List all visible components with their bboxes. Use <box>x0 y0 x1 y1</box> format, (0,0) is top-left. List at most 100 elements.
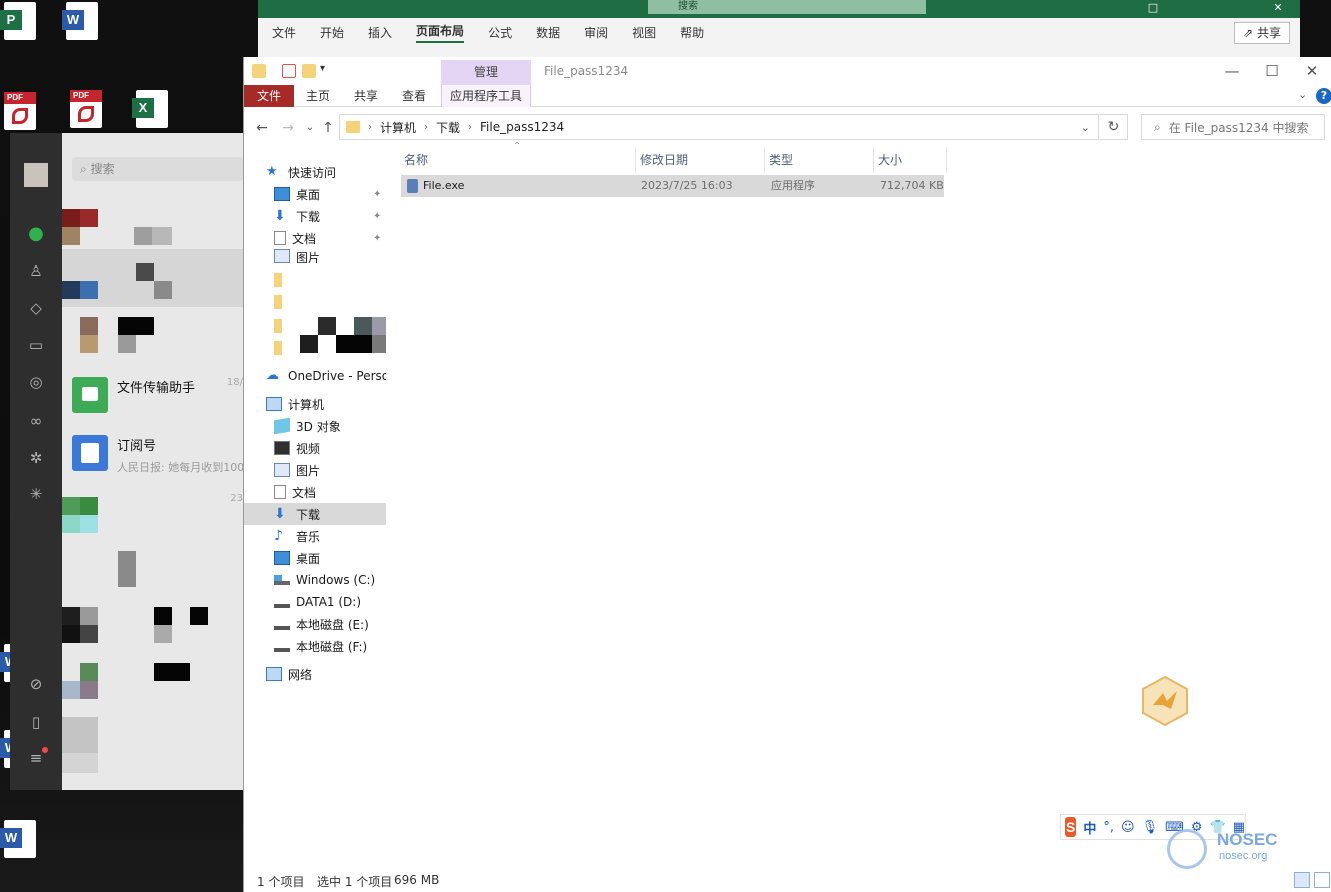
details-view-icon[interactable] <box>1294 872 1310 888</box>
sogou-ime-icon[interactable]: S <box>1065 817 1077 837</box>
list-item[interactable] <box>62 309 243 367</box>
emoji-icon[interactable]: ☺ <box>1121 820 1135 835</box>
nav-drive-e[interactable]: 本地磁盘 (E:) <box>244 613 386 635</box>
ime-language-label[interactable]: 中 <box>1083 818 1096 837</box>
desktop-word-icon[interactable]: W <box>0 818 40 860</box>
network-icon <box>266 667 282 681</box>
nav-pictures[interactable]: 图片 <box>244 459 386 481</box>
excel-menu-help[interactable]: 帮助 <box>680 24 704 41</box>
desktop-pdf-icon[interactable]: PDF <box>66 88 106 130</box>
desktop-word-icon[interactable]: W <box>62 0 102 42</box>
tab-home[interactable]: 主页 <box>300 85 336 107</box>
tab-view[interactable]: 查看 <box>396 85 432 107</box>
channels-icon[interactable]: ✲ <box>25 447 47 469</box>
favorites-icon[interactable]: ◇ <box>25 297 47 319</box>
list-item[interactable]: 23 <box>62 483 243 541</box>
forward-icon[interactable]: → <box>278 118 298 138</box>
excel-menu-view[interactable]: 视图 <box>632 24 656 41</box>
chat-icon[interactable]: ● <box>25 223 47 245</box>
nav-network[interactable]: 网络 <box>244 663 386 685</box>
tab-file[interactable]: 文件 <box>244 85 294 107</box>
desktop-app-icon[interactable]: P <box>0 0 40 42</box>
search-feature-icon[interactable]: ✳ <box>25 483 47 505</box>
nav-drive-c[interactable]: Windows (C:) <box>244 569 386 591</box>
list-item[interactable] <box>62 659 243 717</box>
list-item[interactable] <box>62 249 243 307</box>
punctuation-icon[interactable]: °, <box>1103 820 1114 835</box>
nav-drive-d[interactable]: DATA1 (D:) <box>244 591 386 613</box>
mini-program-icon[interactable]: ∞ <box>25 410 47 432</box>
column-header-modified[interactable]: 修改日期 <box>637 147 765 173</box>
chat-name: 订阅号 <box>117 439 157 454</box>
avatar[interactable] <box>24 163 48 187</box>
list-item[interactable]: 文件传输助手 18/ <box>62 365 243 423</box>
qat-dropdown-icon[interactable]: ▾ <box>320 63 325 74</box>
excel-menu-insert[interactable]: 插入 <box>368 24 392 41</box>
table-row[interactable]: File.exe 2023/7/25 16:03 应用程序 712,704 KB <box>401 175 944 197</box>
excel-restore-icon[interactable]: □ <box>1138 0 1168 18</box>
nav-computer[interactable]: 计算机 <box>244 393 386 415</box>
nav-desktop[interactable]: 桌面 ✦ <box>244 183 386 205</box>
excel-search-box[interactable]: 搜索 <box>648 0 926 14</box>
nav-quick-access[interactable]: ★ 快速访问 <box>244 161 386 183</box>
list-item[interactable] <box>62 601 243 659</box>
column-header-size[interactable]: 大小 <box>875 147 947 173</box>
help-icon[interactable]: ? <box>1316 88 1331 104</box>
floating-assistant-icon[interactable] <box>1141 675 1189 727</box>
breadcrumb-computer[interactable]: 计算机 <box>380 119 416 136</box>
nav-documents[interactable]: 文档 <box>244 481 386 503</box>
new-folder-icon[interactable] <box>302 64 316 78</box>
desktop-pdf-icon[interactable]: PDF <box>0 90 40 132</box>
large-icons-view-icon[interactable] <box>1314 872 1330 888</box>
maximize-icon[interactable]: ☐ <box>1252 57 1292 85</box>
excel-menu-file[interactable]: 文件 <box>272 24 296 41</box>
column-header-type[interactable]: 类型 <box>766 147 874 173</box>
nav-onedrive[interactable]: ☁ OneDrive - Persona <box>244 365 386 387</box>
close-icon[interactable]: ✕ <box>1292 57 1331 85</box>
desktop-excel-icon[interactable]: X <box>132 88 172 130</box>
excel-share-button[interactable]: ⇗ 共享 <box>1234 22 1290 44</box>
file-transfer-avatar <box>72 377 108 413</box>
list-item[interactable] <box>62 543 243 601</box>
excel-menu-review[interactable]: 审阅 <box>584 24 608 41</box>
tab-share[interactable]: 共享 <box>348 85 384 107</box>
address-bar[interactable]: › 计算机 › 下载 › File_pass1234 ⌄ <box>339 114 1099 140</box>
column-header-name[interactable]: 名称 <box>401 147 636 173</box>
list-item[interactable] <box>62 717 243 775</box>
nav-documents-pinned[interactable]: 文档 ✦ <box>244 227 386 249</box>
tab-application-tools[interactable]: 应用程序工具 <box>441 85 531 107</box>
excel-close-icon[interactable]: ✕ <box>1263 0 1293 18</box>
ribbon-expand-icon[interactable]: ⌄ <box>1298 88 1307 101</box>
folder-icon[interactable]: ▭ <box>25 334 47 356</box>
nav-desktop-computer[interactable]: 桌面 <box>244 547 386 569</box>
list-item[interactable]: 订阅号 人民日报: 她每月收到1000 <box>62 423 243 481</box>
search-input[interactable]: ⌕ 在 File_pass1234 中搜索 <box>1141 114 1325 140</box>
refresh-icon[interactable]: ↻ <box>1100 114 1128 140</box>
breadcrumb-current[interactable]: File_pass1234 <box>480 120 564 134</box>
properties-icon[interactable] <box>282 64 296 78</box>
nav-3d-objects[interactable]: 3D 对象 <box>244 415 386 437</box>
microphone-icon[interactable]: 🎙 <box>1142 820 1159 835</box>
phone-icon[interactable]: ▯ <box>25 711 47 733</box>
subscription-avatar <box>72 435 108 471</box>
nav-downloads-pinned[interactable]: ⬇ 下载 ✦ <box>244 205 386 227</box>
excel-menu-page-layout[interactable]: 页面布局 <box>416 22 465 43</box>
minimize-icon[interactable]: — <box>1212 57 1252 85</box>
excel-menu-home[interactable]: 开始 <box>320 24 344 41</box>
nav-drive-f[interactable]: 本地磁盘 (F:) <box>244 635 386 657</box>
wechat-search-input[interactable]: ⌕ 搜索 <box>72 157 243 181</box>
contacts-icon[interactable]: ♙ <box>25 260 47 282</box>
nav-music[interactable]: ♪ 音乐 <box>244 525 386 547</box>
excel-menu-data[interactable]: 数据 <box>536 24 560 41</box>
nav-videos[interactable]: 视频 <box>244 437 386 459</box>
breadcrumb-downloads[interactable]: 下载 <box>436 119 460 136</box>
miniprogram-panel-icon[interactable]: ⊘ <box>25 673 47 695</box>
back-icon[interactable]: ← <box>252 118 272 138</box>
nav-pictures-pinned[interactable]: 图片 <box>244 249 386 263</box>
nav-downloads[interactable]: ⬇ 下载 <box>244 503 386 525</box>
up-icon[interactable]: ↑ <box>318 118 338 138</box>
excel-menu-formulas[interactable]: 公式 <box>488 24 512 41</box>
moments-icon[interactable]: ◎ <box>25 371 47 393</box>
recent-locations-icon[interactable]: ⌄ <box>300 118 320 138</box>
address-dropdown-icon[interactable]: ⌄ <box>1081 121 1090 134</box>
